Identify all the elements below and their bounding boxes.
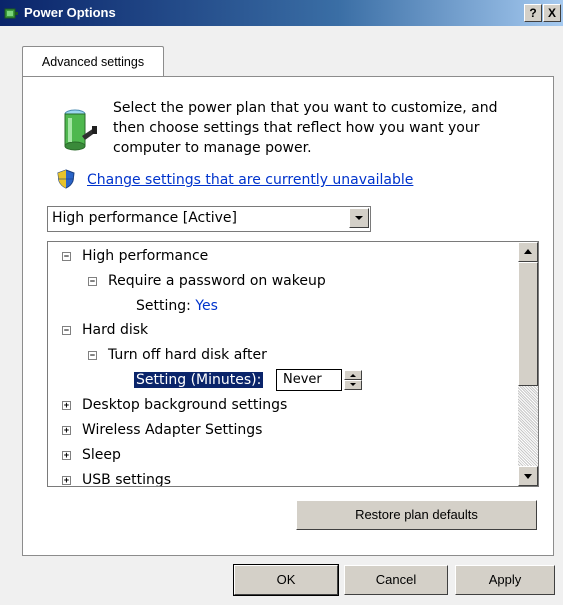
expand-icon[interactable]: + bbox=[62, 401, 71, 411]
tree-item-label: High performance bbox=[82, 248, 209, 264]
settings-tree[interactable]: − High performance − Require a password … bbox=[47, 241, 539, 487]
window-title: Power Options bbox=[24, 5, 116, 20]
tree-item-label: Turn off hard disk after bbox=[108, 347, 267, 363]
tree-item-label: Require a password on wakeup bbox=[108, 273, 326, 289]
expand-icon[interactable]: + bbox=[62, 426, 71, 436]
expand-icon[interactable]: + bbox=[62, 476, 71, 486]
collapse-icon[interactable]: − bbox=[62, 252, 71, 262]
spin-up-button[interactable] bbox=[344, 370, 362, 380]
setting-value[interactable]: Yes bbox=[195, 298, 218, 314]
tree-item-label: Sleep bbox=[82, 447, 121, 463]
setting-minutes-label: Setting (Minutes): bbox=[134, 372, 264, 388]
collapse-icon[interactable]: − bbox=[88, 277, 97, 287]
expand-icon[interactable]: + bbox=[62, 451, 71, 461]
spin-down-button[interactable] bbox=[344, 380, 362, 390]
tree-item-label: Wireless Adapter Settings bbox=[82, 422, 263, 438]
ok-button[interactable]: OK bbox=[233, 564, 339, 596]
help-button[interactable]: ? bbox=[524, 4, 542, 22]
arrow-up-icon bbox=[350, 374, 356, 377]
collapse-icon[interactable]: − bbox=[62, 326, 71, 336]
close-button[interactable]: X bbox=[543, 4, 561, 22]
plan-select-dropdown-button[interactable] bbox=[349, 208, 369, 228]
arrow-up-icon bbox=[524, 249, 532, 254]
scroll-track[interactable] bbox=[518, 386, 538, 466]
plan-select-value: High performance [Active] bbox=[52, 210, 237, 226]
minutes-spinner[interactable] bbox=[344, 370, 362, 390]
tree-item-label: Hard disk bbox=[82, 322, 149, 338]
battery-plug-icon bbox=[64, 109, 97, 151]
power-options-window: Power Options ? X Advanced settings Sele… bbox=[0, 0, 563, 605]
scroll-up-button[interactable] bbox=[518, 242, 538, 262]
description-text: Select the power plan that you want to c… bbox=[113, 100, 498, 156]
change-settings-link[interactable]: Change settings that are currently unava… bbox=[87, 172, 413, 188]
arrow-down-icon bbox=[350, 383, 356, 386]
tree-item-setting[interactable]: Setting: Yes bbox=[136, 296, 218, 316]
arrow-down-icon bbox=[524, 474, 532, 479]
scroll-thumb[interactable] bbox=[518, 262, 538, 386]
tab-advanced-settings[interactable]: Advanced settings bbox=[22, 46, 164, 77]
title-bar[interactable]: Power Options ? X bbox=[0, 0, 563, 26]
power-options-icon bbox=[4, 8, 18, 19]
vertical-scrollbar[interactable] bbox=[518, 242, 538, 486]
restore-defaults-button[interactable]: Restore plan defaults bbox=[296, 500, 537, 530]
cancel-button[interactable]: Cancel bbox=[344, 565, 448, 595]
collapse-icon[interactable]: − bbox=[88, 351, 97, 361]
tree-item-label: Desktop background settings bbox=[82, 397, 288, 413]
chevron-down-icon bbox=[355, 216, 363, 220]
tree-item-label: USB settings bbox=[82, 472, 172, 487]
minutes-input[interactable]: Never bbox=[276, 369, 342, 391]
setting-label: Setting: bbox=[136, 298, 191, 314]
apply-button[interactable]: Apply bbox=[455, 565, 555, 595]
scroll-down-button[interactable] bbox=[518, 466, 538, 486]
tree-item-setting-minutes[interactable]: Setting (Minutes): bbox=[134, 370, 264, 390]
uac-shield-icon bbox=[57, 169, 75, 189]
plan-select[interactable]: High performance [Active] bbox=[47, 206, 371, 232]
